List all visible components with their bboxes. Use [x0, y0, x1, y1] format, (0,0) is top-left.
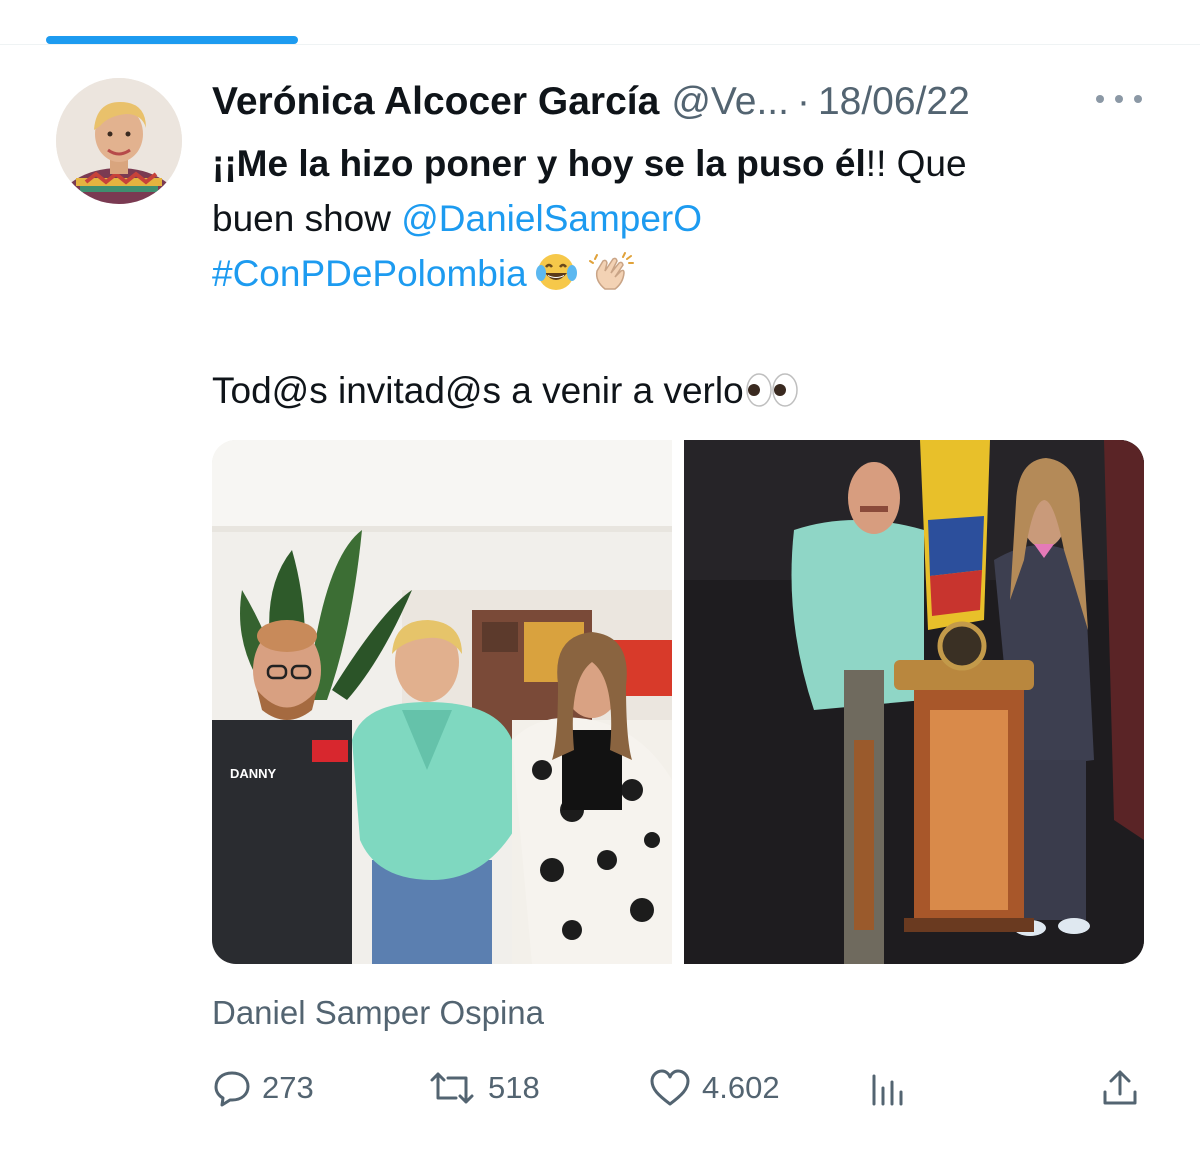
text-line-2: buen show @DanielSamperO [212, 191, 1142, 246]
tears-of-joy-emoji [535, 251, 581, 308]
bold-text: ¡¡Me la hizo poner y hoy se la puso él [212, 143, 866, 184]
text-line-4: Tod@s invitad@s a venir a verlo [212, 363, 1142, 425]
retweet-icon [426, 1068, 478, 1108]
clapping-hands-emoji [588, 251, 635, 308]
author-name[interactable]: Verónica Alcocer García [212, 80, 659, 124]
eyes-emoji [744, 368, 800, 425]
like-count: 4.602 [702, 1070, 780, 1105]
text-line-1: ¡¡Me la hizo poner y hoy se la puso él!!… [212, 136, 1142, 191]
hashtag-link[interactable]: #ConPDePolombia [212, 253, 527, 294]
share-button[interactable] [1100, 1060, 1140, 1116]
more-dots-icon[interactable] [1096, 88, 1142, 110]
divider [0, 44, 1200, 45]
active-tab-indicator [46, 36, 298, 44]
separator: · [796, 80, 810, 123]
reply-bubble-icon [212, 1068, 252, 1108]
share-upload-icon [1100, 1068, 1140, 1108]
jacket-name: DANNY [230, 766, 277, 781]
reply-count: 273 [262, 1070, 314, 1105]
like-button[interactable]: 4.602 [648, 1060, 780, 1116]
analytics-bars-icon [868, 1068, 908, 1108]
invite-text: Tod@s invitad@s a venir a verlo [212, 370, 744, 411]
reply-button[interactable]: 273 [212, 1060, 314, 1116]
media-caption[interactable]: Daniel Samper Ospina [212, 994, 544, 1032]
mention-link[interactable]: @DanielSamperO [401, 198, 702, 239]
tweet-date[interactable]: 18/06/22 [818, 80, 970, 124]
tweet-text: ¡¡Me la hizo poner y hoy se la puso él!!… [212, 136, 1142, 425]
action-bar: 273 518 4.602 [212, 1060, 1144, 1116]
photo-left[interactable]: DANNY [212, 440, 672, 964]
author-handle[interactable]: @Ve... [671, 80, 789, 124]
retweet-count: 518 [488, 1070, 540, 1105]
retweet-button[interactable]: 518 [426, 1060, 540, 1116]
tweet-header: Verónica Alcocer García @Ve... · 18/06/2… [212, 74, 1112, 130]
photo-right[interactable] [684, 440, 1144, 964]
text-prefix: buen show [212, 198, 402, 239]
heart-icon [648, 1068, 692, 1108]
text-line-3: #ConPDePolombia [212, 246, 1142, 308]
views-button[interactable] [868, 1060, 908, 1116]
media-grid: DANNY [212, 440, 1144, 964]
text-after-bold: !! Que [865, 143, 967, 184]
avatar[interactable] [56, 78, 182, 204]
